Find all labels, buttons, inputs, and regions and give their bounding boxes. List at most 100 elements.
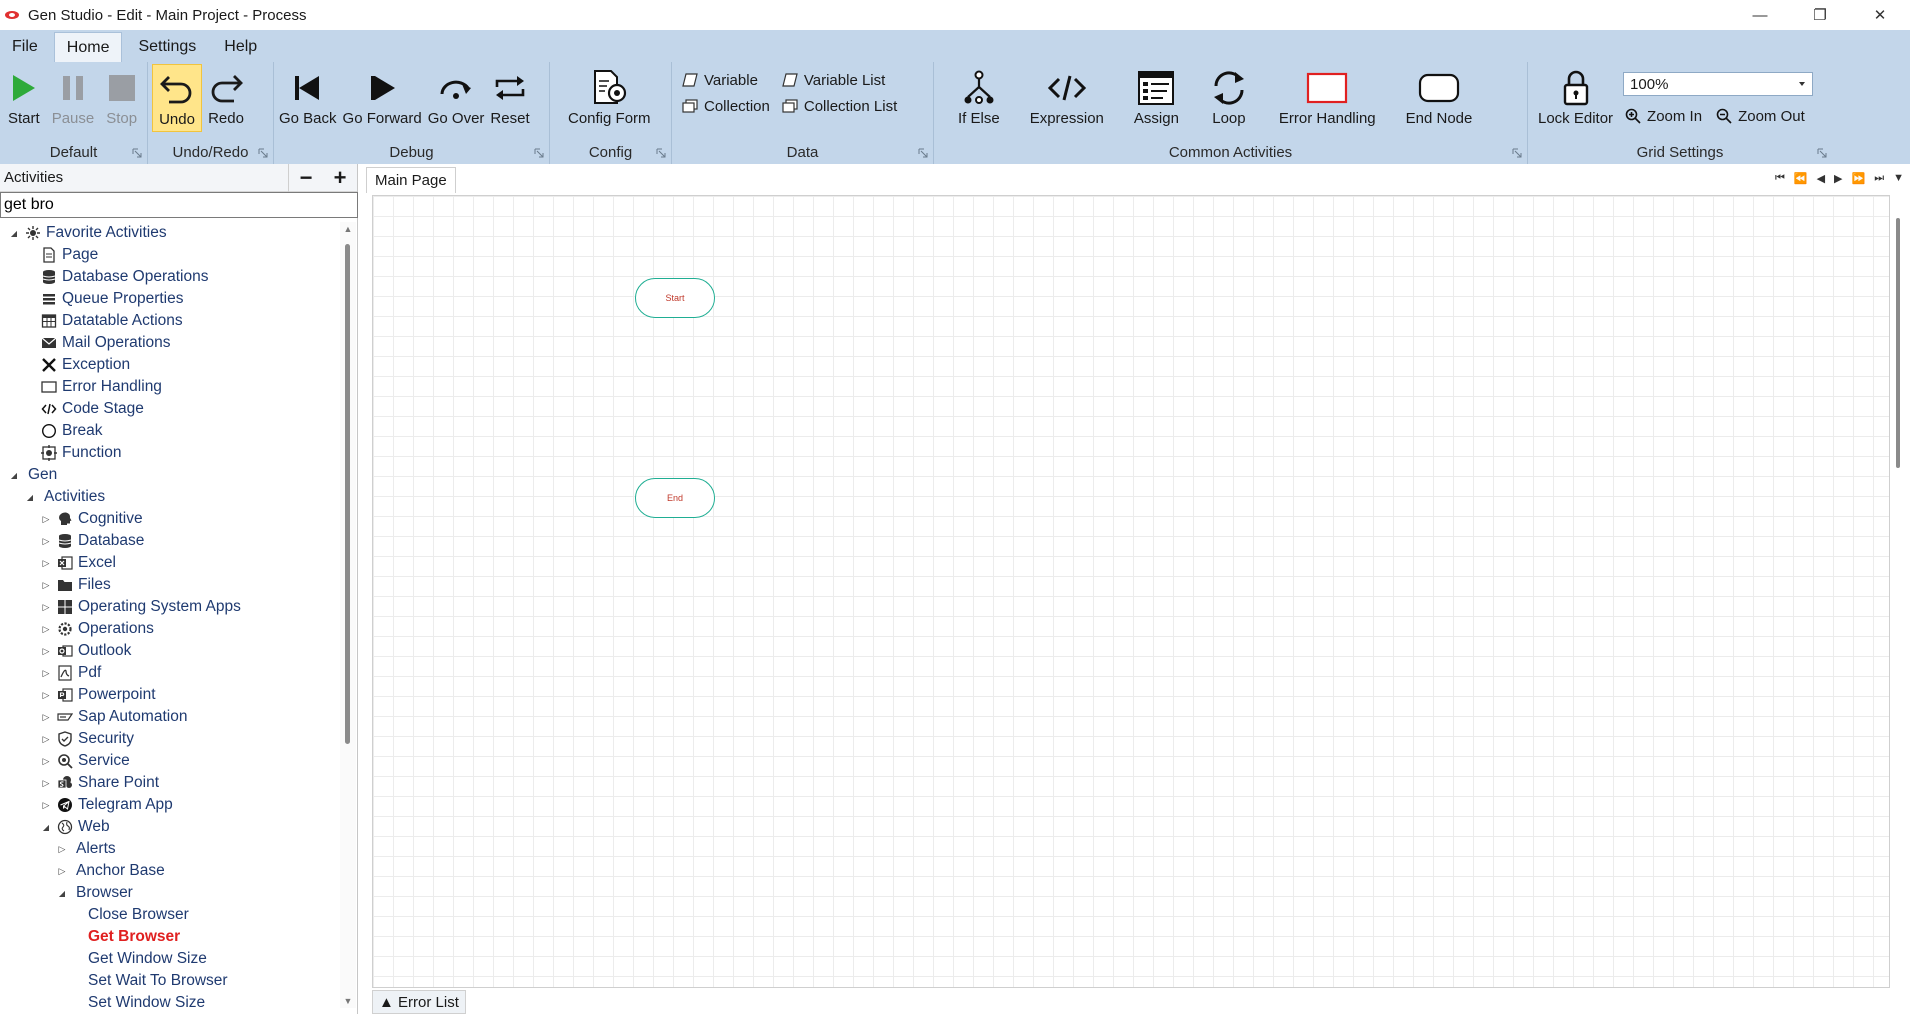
tree-item[interactable]: ▷ Powerpoint — [0, 684, 340, 706]
collapsed-arrow-icon[interactable]: ▷ — [40, 513, 52, 525]
pause-button[interactable]: Pause — [46, 64, 101, 132]
tree-item[interactable]: Set Wait To Browser — [0, 970, 340, 992]
scroll-up-icon[interactable]: ▲ — [343, 224, 353, 234]
collapsed-arrow-icon[interactable]: ▷ — [40, 535, 52, 547]
tree-item[interactable]: ▷ Alerts — [0, 838, 340, 860]
collection-list-button[interactable]: Collection List — [782, 94, 897, 118]
tree-item[interactable]: ▷ Sap Automation — [0, 706, 340, 728]
menu-tab-settings[interactable]: Settings — [126, 32, 208, 62]
tree-item[interactable]: ▷ Database — [0, 530, 340, 552]
expanded-arrow-icon[interactable]: ◢ — [24, 491, 36, 503]
scroll-down-icon[interactable]: ▼ — [343, 996, 353, 1006]
collapsed-arrow-icon[interactable]: ▷ — [40, 601, 52, 613]
tree-item[interactable]: ◢ Web — [0, 816, 340, 838]
dialog-launcher-icon[interactable] — [132, 148, 142, 158]
tree-scroll-thumb[interactable] — [345, 244, 350, 744]
canvas-scrollbar[interactable] — [1894, 218, 1902, 468]
tree-item[interactable]: Break — [0, 420, 340, 442]
tree-item[interactable]: Error Handling — [0, 376, 340, 398]
undo-button[interactable]: Undo — [152, 64, 202, 132]
dialog-launcher-icon[interactable] — [918, 148, 928, 158]
collapsed-arrow-icon[interactable]: ▷ — [40, 711, 52, 723]
prev-page-icon[interactable]: ⏪ — [1794, 172, 1808, 185]
expanded-arrow-icon[interactable]: ◢ — [8, 227, 20, 239]
go-forward-button[interactable]: Go Forward — [340, 64, 425, 132]
menu-tab-help[interactable]: Help — [212, 32, 269, 62]
tree-item[interactable]: ◢ Activities — [0, 486, 340, 508]
variable-list-button[interactable]: Variable List — [782, 68, 897, 92]
menu-tab-file[interactable]: File — [0, 32, 50, 62]
process-canvas[interactable]: Start End — [372, 195, 1890, 988]
tree-item[interactable]: ▷ Telegram App — [0, 794, 340, 816]
collapsed-arrow-icon[interactable]: ▷ — [40, 777, 52, 789]
tree-item[interactable]: ▷ Pdf — [0, 662, 340, 684]
dialog-launcher-icon[interactable] — [1817, 148, 1827, 158]
zoom-out-button[interactable]: Zoom Out — [1716, 104, 1805, 128]
restore-button[interactable]: ❐ — [1790, 0, 1850, 30]
variable-button[interactable]: Variable — [682, 68, 770, 92]
tree-item[interactable]: ▷ Operations — [0, 618, 340, 640]
start-node[interactable]: Start — [635, 278, 715, 318]
config-form-button[interactable]: Config Form — [562, 64, 657, 132]
activities-search-input[interactable] — [0, 192, 358, 218]
stop-button[interactable]: Stop — [100, 64, 143, 132]
next-page-icon[interactable]: ⏩ — [1852, 172, 1866, 185]
end-node-button[interactable]: End Node — [1386, 64, 1483, 132]
first-tab-icon[interactable]: ⏮ — [1775, 172, 1785, 185]
tree-item[interactable]: Database Operations — [0, 266, 340, 288]
if-else-button[interactable]: If Else — [948, 64, 1010, 132]
expanded-arrow-icon[interactable]: ◢ — [8, 469, 20, 481]
last-tab-icon[interactable]: ⏭ — [1874, 172, 1884, 185]
tree-item[interactable]: Page — [0, 244, 340, 266]
dialog-launcher-icon[interactable] — [1512, 148, 1522, 158]
collapsed-arrow-icon[interactable]: ▷ — [40, 733, 52, 745]
dialog-launcher-icon[interactable] — [258, 148, 268, 158]
tree-item[interactable]: Exception — [0, 354, 340, 376]
collapse-all-button[interactable]: − — [289, 164, 323, 192]
start-button[interactable]: Start — [2, 64, 46, 132]
collapsed-arrow-icon[interactable]: ▷ — [40, 755, 52, 767]
redo-button[interactable]: Redo — [202, 64, 250, 132]
collapsed-arrow-icon[interactable]: ▷ — [56, 843, 68, 855]
tree-item[interactable]: Set Window Size — [0, 992, 340, 1012]
collapsed-arrow-icon[interactable]: ▷ — [40, 557, 52, 569]
prev-tab-icon[interactable]: ◀ — [1817, 172, 1825, 185]
close-button[interactable]: ✕ — [1850, 0, 1910, 30]
expanded-arrow-icon[interactable]: ◢ — [56, 887, 68, 899]
zoom-in-button[interactable]: Zoom In — [1625, 104, 1702, 128]
loop-button[interactable]: Loop — [1189, 64, 1259, 132]
collapsed-arrow-icon[interactable]: ▷ — [40, 667, 52, 679]
tree-item[interactable]: Close Browser — [0, 904, 340, 926]
tree-item[interactable]: ▷ Cognitive — [0, 508, 340, 530]
tree-item[interactable]: ▷ Service — [0, 750, 340, 772]
lock-editor-button[interactable]: Lock Editor — [1532, 64, 1619, 132]
tree-item[interactable]: ◢ Gen — [0, 464, 340, 486]
next-tab-icon[interactable]: ▶ — [1834, 172, 1842, 185]
error-list-tab[interactable]: ▲ Error List — [372, 990, 466, 1014]
tree-item[interactable]: ▷ Outlook — [0, 640, 340, 662]
assign-button[interactable]: Assign — [1114, 64, 1189, 132]
go-back-button[interactable]: Go Back — [276, 64, 340, 132]
collapsed-arrow-icon[interactable]: ▷ — [56, 865, 68, 877]
end-node[interactable]: End — [635, 478, 715, 518]
tree-item[interactable]: Queue Properties — [0, 288, 340, 310]
collapsed-arrow-icon[interactable]: ▷ — [40, 579, 52, 591]
error-handling-button[interactable]: Error Handling — [1259, 64, 1386, 132]
expanded-arrow-icon[interactable]: ◢ — [40, 821, 52, 833]
dialog-launcher-icon[interactable] — [656, 148, 666, 158]
expand-all-button[interactable]: + — [323, 164, 357, 192]
tab-list-dropdown-icon[interactable]: ▼ — [1893, 172, 1904, 185]
minimize-button[interactable]: — — [1730, 0, 1790, 30]
tree-item[interactable]: ▷ Files — [0, 574, 340, 596]
tree-item[interactable]: Function — [0, 442, 340, 464]
reset-button[interactable]: Reset — [487, 64, 532, 132]
tree-item[interactable]: ▷ Share Point — [0, 772, 340, 794]
tree-item[interactable]: ▷ Excel — [0, 552, 340, 574]
collection-button[interactable]: Collection — [682, 94, 770, 118]
tree-item[interactable]: ▷ Operating System Apps — [0, 596, 340, 618]
collapsed-arrow-icon[interactable]: ▷ — [40, 645, 52, 657]
tab-main-page[interactable]: Main Page — [366, 167, 456, 193]
expression-button[interactable]: Expression — [1010, 64, 1114, 132]
tree-item[interactable]: Mail Operations — [0, 332, 340, 354]
tree-item[interactable]: ▷ Security — [0, 728, 340, 750]
